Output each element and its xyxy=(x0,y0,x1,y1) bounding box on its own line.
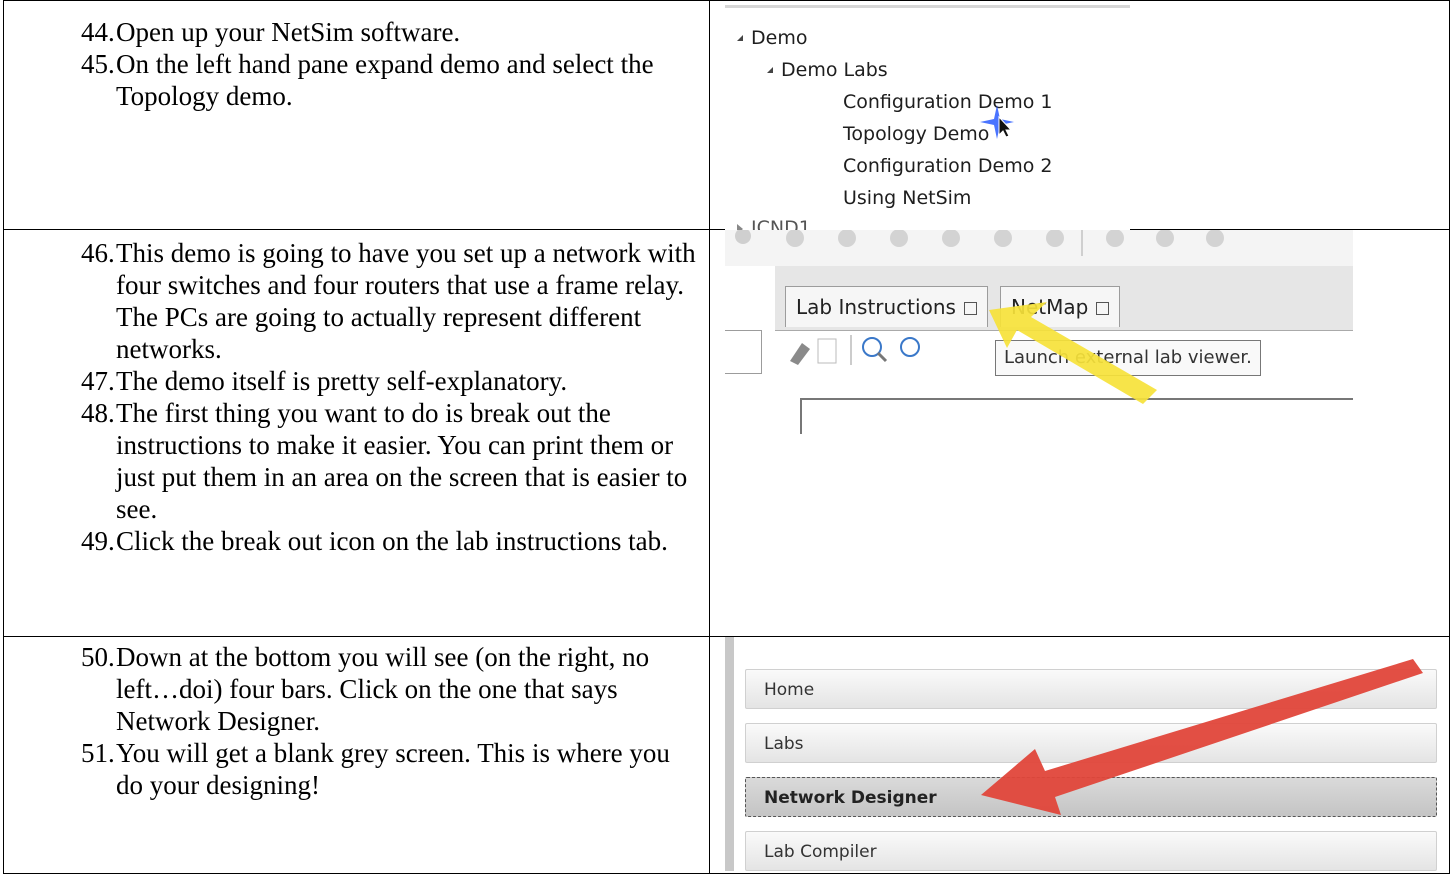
step-number: 51. xyxy=(81,738,115,768)
list-item: 50. Down at the bottom you will see (on t… xyxy=(4,641,709,737)
step-number: 44. xyxy=(81,17,115,47)
tree-item-using-netsim[interactable]: Using NetSim xyxy=(843,187,971,209)
tree-node-label: Demo Labs xyxy=(781,59,888,81)
table-row: 46. This demo is going to have you set up… xyxy=(3,229,1450,637)
list-item: 49. Click the break out icon on the lab i… xyxy=(4,525,709,557)
table-row: 44. Open up your NetSim software. 45. On t… xyxy=(3,0,1450,230)
text-cell: 50. Down at the bottom you will see (on t… xyxy=(3,636,710,874)
image-cell: Demo Demo Labs Configuration Demo 1 Topo… xyxy=(709,0,1450,230)
step-text: You will get a blank grey screen. This i… xyxy=(116,738,670,800)
click-highlight-icon xyxy=(980,105,1014,139)
tree-node-label: Demo xyxy=(751,27,808,49)
step-number: 49. xyxy=(81,526,115,556)
list-item: 46. This demo is going to have you set up… xyxy=(4,237,709,365)
text-cell: 46. This demo is going to have you set up… xyxy=(3,229,710,637)
step-number: 48. xyxy=(81,398,115,428)
expanded-triangle-icon xyxy=(767,67,773,73)
step-number: 50. xyxy=(81,642,115,672)
list-item: 44. Open up your NetSim software. xyxy=(4,16,709,48)
step-number: 45. xyxy=(81,49,115,79)
lab-instructions-screenshot: Lab Instructions NetMap Launch external … xyxy=(725,230,1353,434)
step-text: Down at the bottom you will see (on the … xyxy=(116,642,650,736)
tree-item-topology-demo[interactable]: Topology Demo xyxy=(843,123,989,145)
expanded-triangle-icon xyxy=(737,35,743,41)
step-list: 46. This demo is going to have you set up… xyxy=(4,230,709,557)
list-item: 51. You will get a blank grey screen. Thi… xyxy=(4,737,709,801)
tree-node-label: ICND1 xyxy=(751,217,811,230)
step-number: 46. xyxy=(81,238,115,268)
step-text: On the left hand pane expand demo and se… xyxy=(116,49,654,111)
list-item: 48. The first thing you want to do is bre… xyxy=(4,397,709,525)
step-number: 47. xyxy=(81,366,115,396)
yellow-arrow-icon xyxy=(989,302,1157,404)
image-cell: Home Labs Network Designer Lab Compiler xyxy=(709,636,1450,874)
step-text: The first thing you want to do is break … xyxy=(116,398,688,524)
text-cell: 44. Open up your NetSim software. 45. On t… xyxy=(3,0,710,230)
netsim-menu-screenshot: Home Labs Network Designer Lab Compiler xyxy=(725,637,1445,871)
step-text: Click the break out icon on the lab inst… xyxy=(116,526,668,556)
divider xyxy=(725,5,1130,8)
step-list: 44. Open up your NetSim software. 45. On t… xyxy=(4,1,709,112)
tree-item-configuration-demo-1[interactable]: Configuration Demo 1 xyxy=(843,91,1052,113)
table-row: 50. Down at the bottom you will see (on t… xyxy=(3,636,1450,874)
netsim-tree-screenshot: Demo Demo Labs Configuration Demo 1 Topo… xyxy=(725,1,1130,230)
instruction-table: 44. Open up your NetSim software. 45. On t… xyxy=(3,0,1450,874)
step-list: 50. Down at the bottom you will see (on t… xyxy=(4,637,709,801)
tree-node-icnd1[interactable]: ICND1 xyxy=(737,217,811,230)
step-text: The demo itself is pretty self-explanato… xyxy=(116,366,568,396)
step-text: Open up your NetSim software. xyxy=(116,17,461,47)
tree-node-demo-labs[interactable]: Demo Labs xyxy=(767,59,888,81)
tree-node-demo[interactable]: Demo xyxy=(737,27,807,49)
list-item: 47. The demo itself is pretty self-explan… xyxy=(4,365,709,397)
tree-item-configuration-demo-2[interactable]: Configuration Demo 2 xyxy=(843,155,1052,177)
red-arrow-icon xyxy=(981,659,1423,815)
list-item: 45. On the left hand pane expand demo and… xyxy=(4,48,709,112)
step-text: This demo is going to have you set up a … xyxy=(116,238,696,364)
image-cell: Lab Instructions NetMap Launch external … xyxy=(709,229,1450,637)
